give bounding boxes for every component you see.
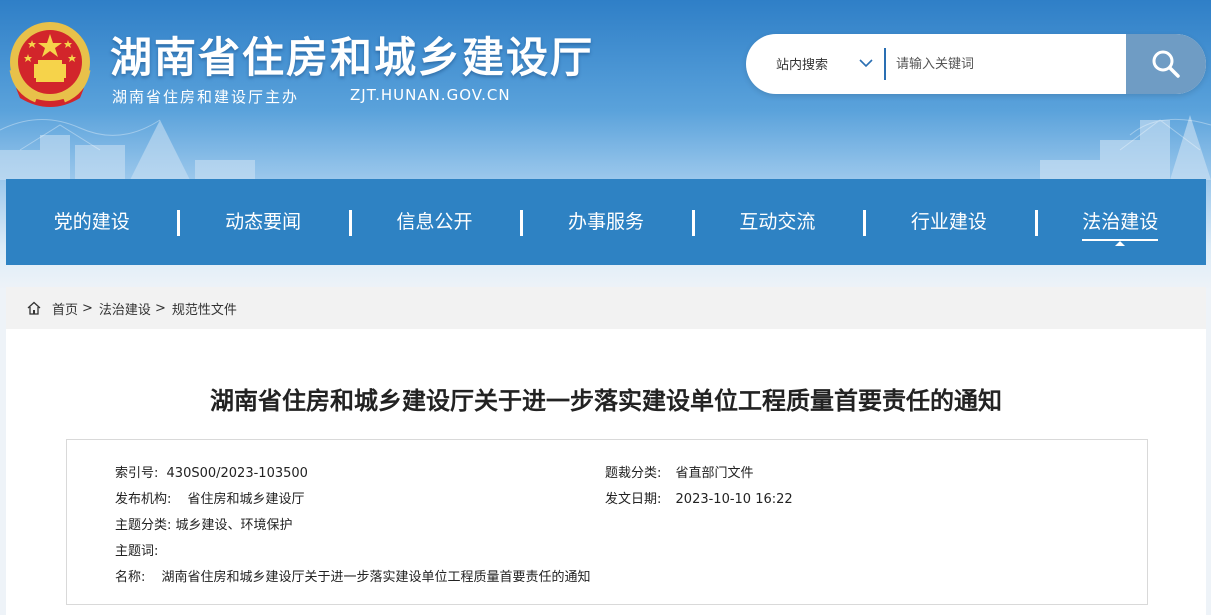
meta-date-label: 发文日期:	[605, 492, 662, 507]
nav-item-label: 互动交流	[739, 211, 816, 233]
search-button[interactable]	[1126, 34, 1206, 94]
nav-item-label: 法治建设	[1082, 211, 1159, 241]
breadcrumb: 首页 > 法治建设 > 规范性文件	[6, 287, 1206, 329]
meta-issuer-label: 发布机构:	[115, 492, 172, 507]
nav-item-public-info[interactable]: 信息公开	[348, 179, 520, 265]
meta-genre-value: 省直部门文件	[675, 466, 754, 481]
breadcrumb-separator: >	[82, 300, 93, 316]
meta-keywords-label: 主题词:	[115, 544, 159, 559]
nav-item-party-building[interactable]: 党的建设	[6, 179, 177, 265]
meta-genre: 题裁分类: 省直部门文件	[605, 462, 754, 481]
nav-item-services[interactable]: 办事服务	[520, 179, 691, 265]
nav-item-interaction[interactable]: 互动交流	[691, 179, 863, 265]
nav-item-industry[interactable]: 行业建设	[863, 179, 1034, 265]
meta-issuer: 发布机构: 省住房和城乡建设厅	[115, 488, 305, 507]
nav-item-label: 信息公开	[396, 211, 473, 233]
meta-name: 名称: 湖南省住房和城乡建设厅关于进一步落实建设单位工程质量首要责任的通知	[115, 566, 591, 585]
site-domain: ZJT.HUNAN.GOV.CN	[350, 86, 511, 104]
meta-date-value: 2023-10-10 16:22	[675, 492, 793, 507]
search-divider	[884, 48, 886, 80]
site-title: 湖南省住房和城乡建设厅	[110, 33, 595, 82]
meta-index: 索引号: 430S00/2023-103500	[115, 462, 308, 481]
nav-item-label: 办事服务	[567, 211, 644, 233]
meta-keywords: 主题词:	[115, 540, 163, 559]
search-icon	[1152, 50, 1180, 78]
chevron-down-icon[interactable]	[858, 56, 874, 70]
nav-item-rule-of-law[interactable]: 法治建设	[1034, 179, 1206, 265]
meta-topic-label: 主题分类:	[115, 518, 172, 533]
search-bar: 站内搜索	[746, 34, 1206, 94]
article-meta-box: 索引号: 430S00/2023-103500 题裁分类: 省直部门文件 发布机…	[66, 439, 1148, 605]
breadcrumb-separator: >	[154, 300, 166, 316]
meta-name-label: 名称:	[115, 570, 146, 585]
main-nav: 党的建设 动态要闻 信息公开 办事服务 互动交流 行业建设 法治建设	[6, 179, 1206, 265]
active-caret-icon	[1115, 241, 1126, 246]
article-content: 湖南省住房和城乡建设厅关于进一步落实建设单位工程质量首要责任的通知 索引号: 4…	[6, 329, 1206, 615]
breadcrumb-home-link[interactable]: 首页	[52, 299, 78, 318]
nav-item-news[interactable]: 动态要闻	[177, 179, 348, 265]
national-emblem-icon	[9, 22, 91, 107]
article-title: 湖南省住房和城乡建设厅关于进一步落实建设单位工程质量首要责任的通知	[210, 387, 1002, 415]
meta-issuer-value: 省住房和城乡建设厅	[187, 492, 305, 507]
site-sponsor: 湖南省住房和建设厅主办	[112, 88, 300, 106]
meta-date: 发文日期: 2023-10-10 16:22	[605, 488, 793, 507]
nav-item-label: 动态要闻	[225, 211, 302, 233]
search-input[interactable]	[896, 44, 1116, 84]
home-icon[interactable]	[26, 300, 42, 316]
meta-name-value: 湖南省住房和城乡建设厅关于进一步落实建设单位工程质量首要责任的通知	[161, 570, 591, 585]
search-scope-select[interactable]: 站内搜索	[776, 54, 828, 73]
nav-item-label: 行业建设	[910, 211, 987, 233]
meta-topic-value: 城乡建设、环境保护	[175, 518, 293, 533]
breadcrumb-normative-docs-link[interactable]: 规范性文件	[172, 299, 237, 318]
meta-index-value: 430S00/2023-103500	[166, 466, 308, 481]
meta-index-label: 索引号:	[115, 466, 159, 481]
breadcrumb-rule-of-law-link[interactable]: 法治建设	[99, 299, 151, 318]
meta-topic: 主题分类: 城乡建设、环境保护	[115, 514, 293, 533]
meta-genre-label: 题裁分类:	[605, 466, 662, 481]
nav-item-label: 党的建设	[53, 211, 130, 233]
